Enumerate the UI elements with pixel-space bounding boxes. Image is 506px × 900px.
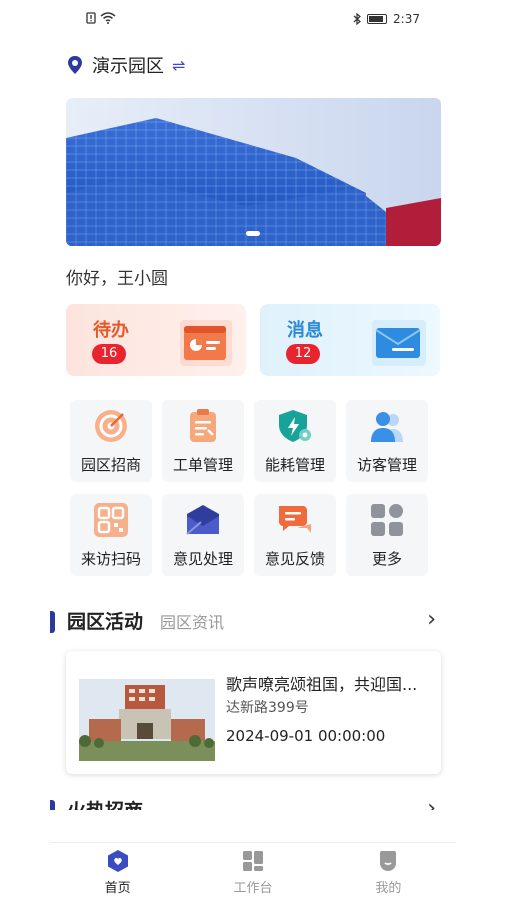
- tab-profile[interactable]: 我的: [321, 843, 456, 900]
- activity-section-header: 园区活动 园区资讯 ›: [50, 607, 456, 637]
- workbench-icon: [242, 851, 263, 871]
- grid-item-opinion-handling[interactable]: 意见处理: [162, 494, 244, 576]
- function-grid: 园区招商 工单管理 能耗管理 访客管理 来访扫码 意见处理 意见反馈 更多: [70, 400, 432, 576]
- tab-workbench[interactable]: 工作台: [185, 843, 320, 900]
- location-pin-icon: [68, 56, 82, 74]
- more-grid-icon: [371, 504, 403, 536]
- grid-item-label: 意见反馈: [264, 550, 325, 568]
- grid-item-park-investment[interactable]: 园区招商: [70, 400, 152, 482]
- carousel-indicator[interactable]: [246, 231, 260, 236]
- tab-home[interactable]: 首页: [50, 843, 185, 900]
- envelope-icon: [186, 505, 219, 535]
- shield-bolt-icon: [279, 410, 311, 442]
- messages-card[interactable]: 消息 12: [260, 304, 440, 376]
- status-left: [86, 12, 116, 24]
- battery-icon: [367, 14, 388, 24]
- qr-code-icon: [94, 503, 128, 537]
- grid-item-visitors[interactable]: 访客管理: [346, 400, 428, 482]
- grid-item-label: 来访扫码: [80, 550, 141, 568]
- section-accent-bar: [50, 611, 55, 633]
- tab-park-activities[interactable]: 园区活动: [67, 607, 143, 634]
- activity-card[interactable]: 歌声嘹亮颂祖国，共迎国... 达新路399号 2024-09-01 00:00:…: [66, 651, 441, 774]
- tab-label: 首页: [104, 881, 131, 896]
- clipboard-icon: [190, 409, 216, 442]
- home-hexagon-icon: [107, 850, 128, 872]
- banner-building-image: [66, 98, 441, 246]
- grid-item-label: 更多: [371, 550, 402, 568]
- investment-section-header: 火热招商 ›: [50, 796, 456, 810]
- activity-title: 歌声嘹亮颂祖国，共迎国...: [226, 675, 418, 694]
- chevron-right-icon[interactable]: ›: [427, 796, 436, 810]
- sim-alert-icon: [86, 12, 96, 24]
- grid-item-label: 园区招商: [80, 456, 141, 474]
- switch-park-icon[interactable]: ⇌: [172, 56, 185, 75]
- greeting-text: 你好，王小圆: [66, 269, 168, 289]
- grid-item-label: 意见处理: [172, 550, 233, 568]
- grid-item-label: 工单管理: [172, 456, 233, 474]
- status-right: 2:37: [353, 12, 420, 26]
- grid-item-label: 访客管理: [356, 456, 417, 474]
- bottom-tab-bar: 首页 工作台 我的: [50, 842, 456, 900]
- tab-hot-investment[interactable]: 火热招商: [67, 796, 143, 810]
- profile-icon: [380, 851, 397, 871]
- section-accent-bar: [50, 800, 55, 810]
- activity-time: 2024-09-01 00:00:00: [226, 727, 386, 745]
- todo-card[interactable]: 待办 16: [66, 304, 246, 376]
- messages-count-badge: 12: [286, 344, 320, 364]
- grid-item-work-orders[interactable]: 工单管理: [162, 400, 244, 482]
- mail-card-icon: [372, 320, 426, 366]
- banner-carousel[interactable]: [66, 98, 441, 246]
- chevron-right-icon[interactable]: ›: [427, 607, 436, 632]
- messages-title: 消息: [287, 320, 323, 341]
- calendar-card-icon: [180, 320, 232, 366]
- wifi-icon: [100, 12, 116, 24]
- chat-bubbles-icon: [279, 506, 311, 533]
- app-screen: 2:37 演示园区 ⇌ 你好，王小圆 待办 16 消息 12 园区招商 工单管理…: [50, 0, 456, 900]
- todo-title: 待办: [93, 320, 129, 341]
- grid-item-label: 能耗管理: [264, 456, 325, 474]
- grid-item-feedback[interactable]: 意见反馈: [254, 494, 336, 576]
- activity-building-image: [79, 679, 215, 761]
- grid-item-more[interactable]: 更多: [346, 494, 428, 576]
- status-time: 2:37: [393, 12, 420, 26]
- grid-item-scan-visit[interactable]: 来访扫码: [70, 494, 152, 576]
- activity-address: 达新路399号: [226, 700, 309, 716]
- grid-item-energy[interactable]: 能耗管理: [254, 400, 336, 482]
- park-selector[interactable]: 演示园区 ⇌: [66, 52, 185, 78]
- park-name: 演示园区: [92, 56, 164, 77]
- status-bar: 2:37: [50, 0, 456, 38]
- todo-count-badge: 16: [92, 344, 126, 364]
- bluetooth-icon: [353, 13, 361, 25]
- tab-park-news[interactable]: 园区资讯: [160, 609, 224, 633]
- tab-label: 我的: [375, 881, 402, 896]
- target-icon: [95, 410, 127, 442]
- tab-label: 工作台: [233, 881, 273, 896]
- visitors-icon: [371, 412, 403, 442]
